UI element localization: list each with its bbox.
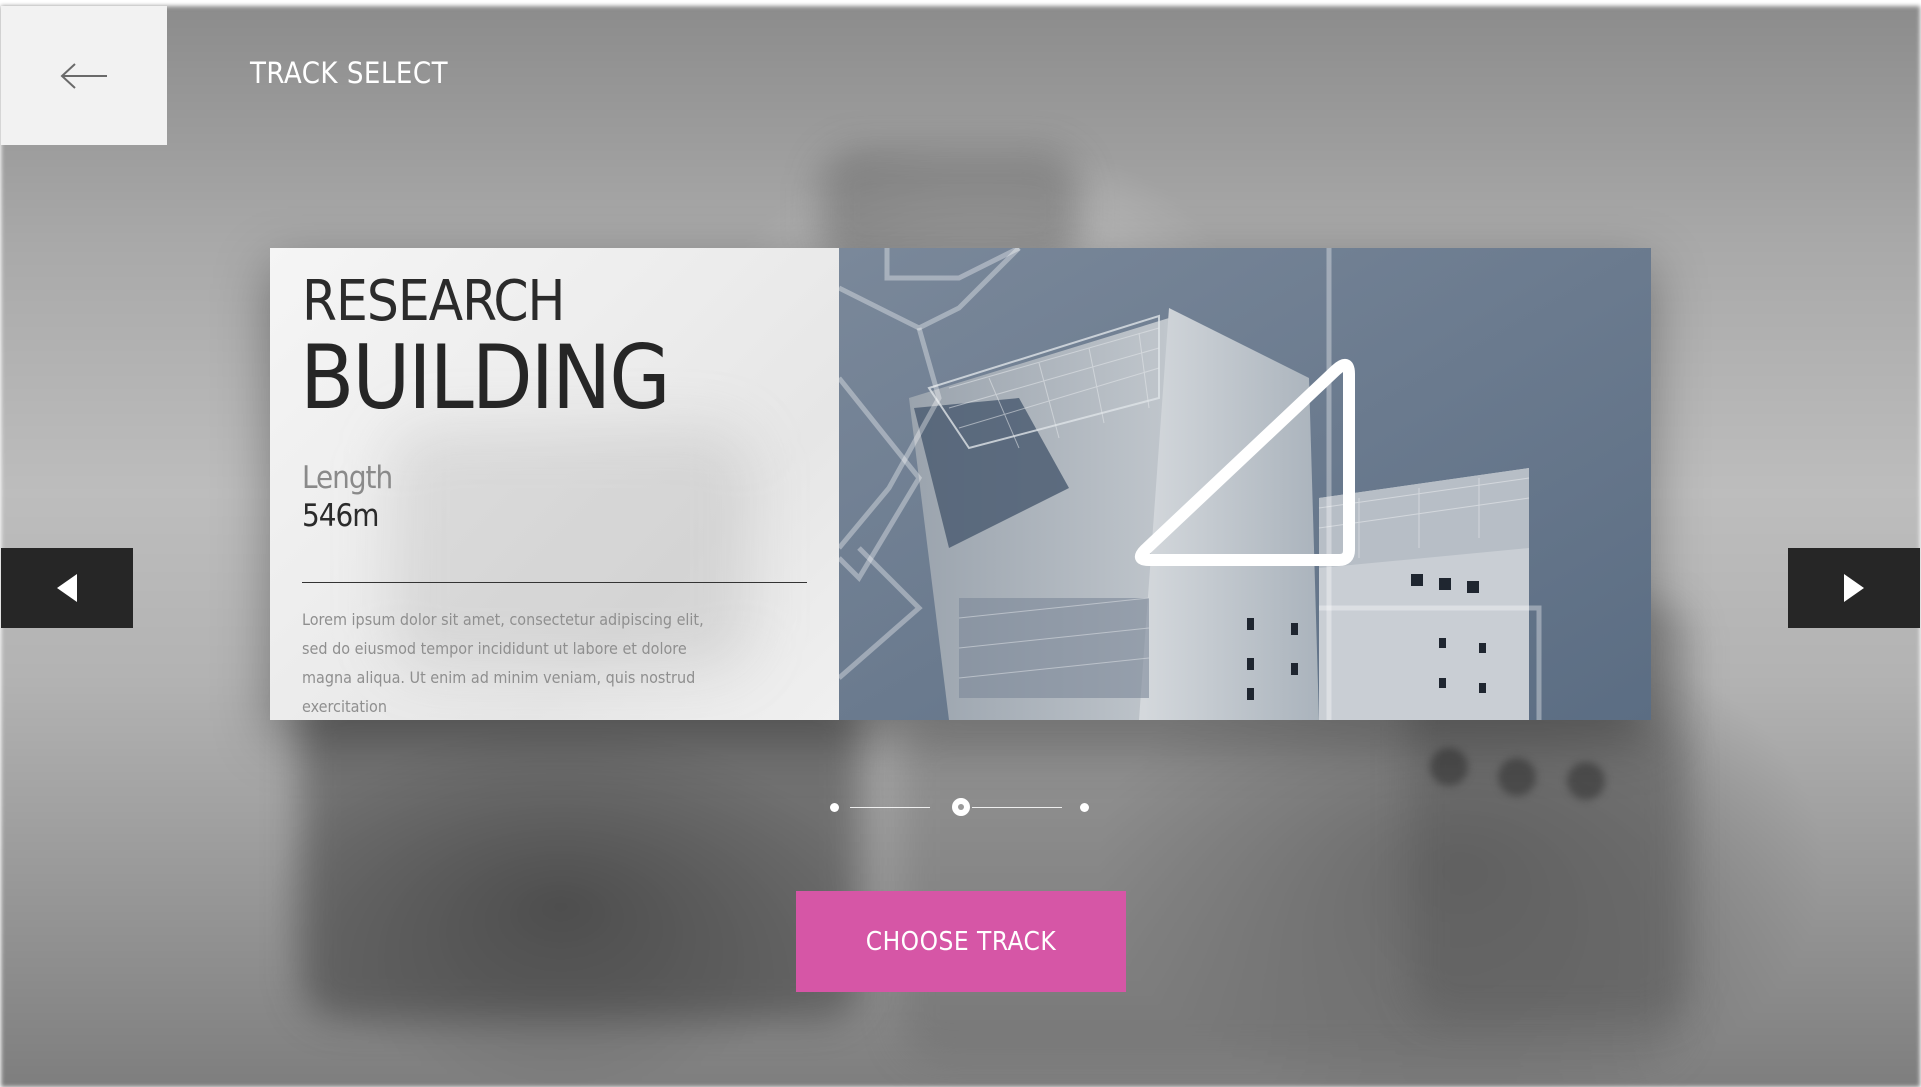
- page-title: TRACK SELECT: [250, 56, 449, 90]
- track-pager: [820, 796, 1090, 820]
- background-shape: [1498, 758, 1536, 796]
- pager-dot-active[interactable]: [952, 798, 970, 816]
- background-shape: [1567, 762, 1605, 800]
- building-photo: [839, 248, 1651, 720]
- choose-track-button[interactable]: CHOOSE TRACK: [796, 891, 1126, 992]
- track-select-screen: TRACK SELECT RESEARCH BUILDING Length 54…: [0, 0, 1921, 1087]
- background-shape: [1430, 748, 1468, 786]
- track-card: RESEARCH BUILDING Length 546m Lorem ipsu…: [270, 248, 1651, 720]
- building-tower: [1139, 308, 1319, 720]
- track-preview-image: [839, 248, 1651, 720]
- pager-connector: [850, 807, 930, 808]
- next-track-button[interactable]: [1788, 548, 1920, 628]
- triangle-left-icon: [57, 574, 77, 602]
- track-description: Lorem ipsum dolor sit amet, consectetur …: [302, 610, 704, 716]
- triangle-right-icon: [1844, 574, 1864, 602]
- length-label: Length: [302, 460, 393, 496]
- pager-connector: [972, 807, 1062, 808]
- track-info-panel: RESEARCH BUILDING Length 546m Lorem ipsu…: [270, 248, 839, 720]
- pager-dot[interactable]: [830, 803, 839, 812]
- pager-dot[interactable]: [1080, 803, 1089, 812]
- track-name: BUILDING: [300, 326, 671, 429]
- length-value: 546m: [302, 498, 379, 534]
- track-subtitle: RESEARCH: [302, 269, 565, 334]
- divider: [302, 582, 807, 583]
- previous-track-button[interactable]: [1, 548, 133, 628]
- arrow-left-icon: [60, 62, 107, 89]
- back-button[interactable]: [1, 6, 167, 145]
- background-shape: [300, 690, 860, 1020]
